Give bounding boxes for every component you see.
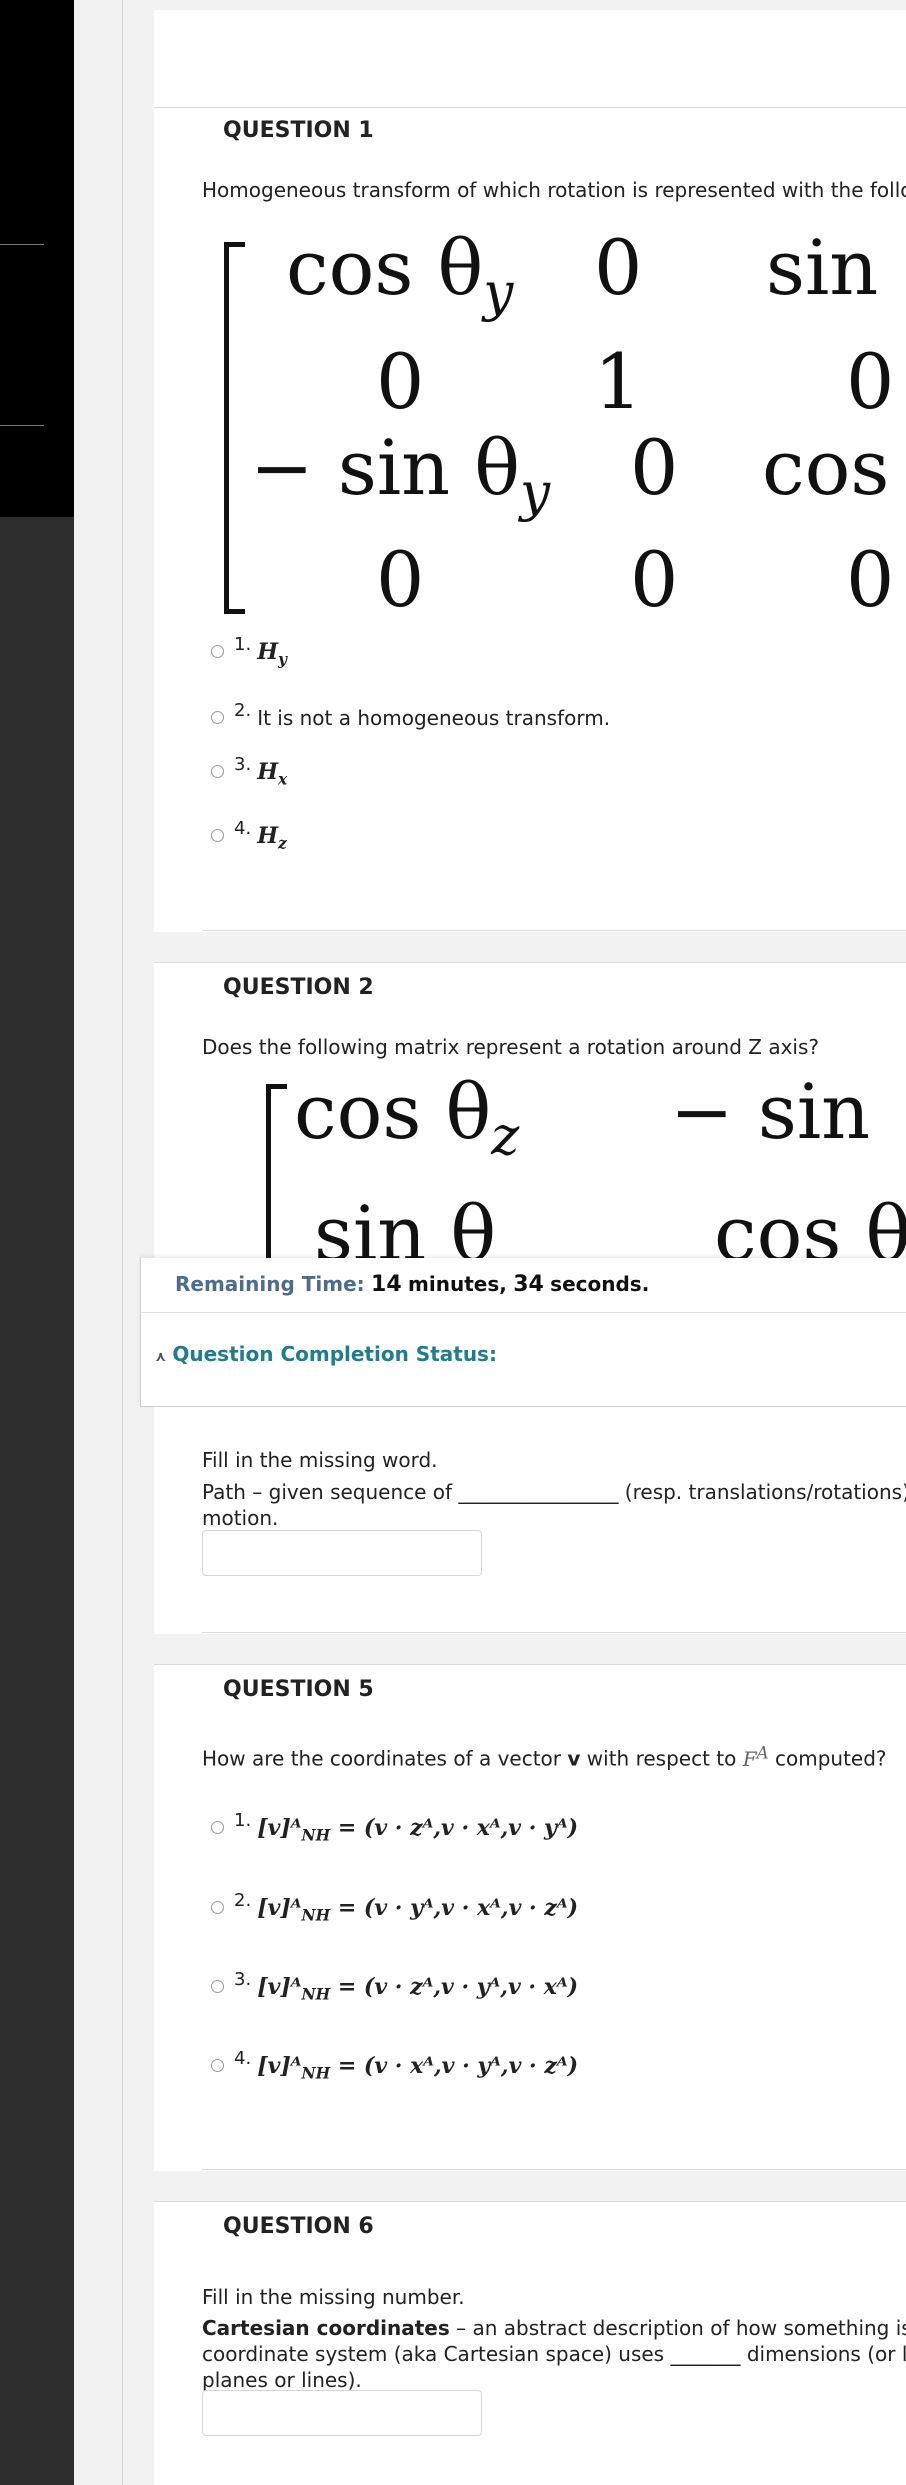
question-4-sentence-cont: motion. bbox=[202, 1506, 279, 1530]
option-number: 2. bbox=[234, 1890, 252, 1911]
seconds-value: 34 bbox=[513, 1272, 544, 1297]
divider bbox=[202, 930, 906, 931]
option-radio[interactable] bbox=[211, 1901, 224, 1914]
option-label[interactable]: [v]ᴬNH = (v · zᴬ,v · xᴬ,v · yᴬ) bbox=[257, 1814, 578, 1849]
question-separator bbox=[154, 1634, 906, 1664]
question-2-matrix: cos θz − sin sin θ cos θ bbox=[154, 1066, 906, 1294]
question-1-option: 3. Hx bbox=[211, 754, 287, 793]
question-4-instruction: Fill in the missing word. bbox=[202, 1448, 438, 1472]
timer-status-panel: Remaining Time: 14 minutes, 34 seconds. … bbox=[140, 1258, 906, 1407]
divider bbox=[202, 2169, 906, 2170]
question-completion-status-toggle[interactable]: ⋏ Question Completion Status: bbox=[155, 1342, 497, 1366]
option-radio[interactable] bbox=[211, 1980, 224, 1993]
question-6-answer-input[interactable] bbox=[202, 2390, 482, 2436]
question-1-option: 2. It is not a homogeneous transform. bbox=[211, 700, 610, 732]
question-5-title: QUESTION 5 bbox=[223, 1677, 374, 1702]
question-5-option: 3. [v]ᴬNH = (v · zᴬ,v · yᴬ,v · xᴬ) bbox=[211, 1969, 578, 2008]
option-radio[interactable] bbox=[211, 1821, 224, 1834]
question-1-option: 4. Hz bbox=[211, 818, 287, 857]
rail-divider bbox=[0, 244, 44, 245]
question-5-option: 1. [v]ᴬNH = (v · zᴬ,v · xᴬ,v · yᴬ) bbox=[211, 1810, 578, 1849]
question-6-sentence-cont: coordinate system (aka Cartesian space) … bbox=[202, 2342, 906, 2366]
question-5-option: 2. [v]ᴬNH = (v · yᴬ,v · xᴬ,v · zᴬ) bbox=[211, 1890, 578, 1929]
matrix-cell: 0 bbox=[630, 535, 679, 624]
option-label[interactable]: It is not a homogeneous transform. bbox=[257, 704, 610, 732]
matrix-cell: 0 bbox=[376, 337, 425, 426]
question-6-instruction: Fill in the missing number. bbox=[202, 2285, 465, 2309]
matrix-cell: − sin θy bbox=[250, 423, 551, 524]
matrix-cell: 0 bbox=[846, 337, 895, 426]
option-radio[interactable] bbox=[211, 829, 224, 842]
divider bbox=[154, 962, 906, 963]
chevron-down-icon: ⋏ bbox=[155, 1349, 167, 1365]
matrix-left-bracket bbox=[224, 242, 245, 614]
question-4-sentence: Path – given sequence of _______________… bbox=[202, 1480, 906, 1504]
option-radio[interactable] bbox=[211, 645, 224, 658]
question-1-prompt: Homogeneous transform of which rotation … bbox=[202, 178, 906, 202]
matrix-cell: 0 bbox=[594, 223, 643, 312]
option-label[interactable]: Hx bbox=[257, 758, 287, 793]
question-6-title: QUESTION 6 bbox=[223, 2214, 374, 2239]
option-label[interactable]: [v]ᴬNH = (v · zᴬ,v · yᴬ,v · xᴬ) bbox=[257, 1973, 578, 2008]
divider bbox=[202, 1632, 906, 1633]
question-1-option: 1. Hy bbox=[211, 634, 287, 673]
option-radio[interactable] bbox=[211, 765, 224, 778]
matrix-cell: cos θ bbox=[762, 423, 906, 512]
option-label[interactable]: Hy bbox=[257, 638, 287, 673]
matrix-cell: 0 bbox=[630, 423, 679, 512]
question-4-answer-input[interactable] bbox=[202, 1530, 482, 1576]
divider bbox=[141, 1312, 906, 1313]
divider bbox=[154, 2201, 906, 2202]
option-radio[interactable] bbox=[211, 2059, 224, 2072]
option-label[interactable]: [v]ᴬNH = (v · yᴬ,v · xᴬ,v · zᴬ) bbox=[257, 1894, 578, 1929]
minutes-unit: minutes, bbox=[408, 1272, 507, 1296]
matrix-cell: 1 bbox=[594, 337, 643, 426]
question-5-prompt: How are the coordinates of a vector v wi… bbox=[202, 1743, 887, 1771]
question-separator bbox=[154, 2171, 906, 2201]
matrix-cell: sin θ bbox=[766, 223, 906, 312]
remaining-time: Remaining Time: 14 minutes, 34 seconds. bbox=[175, 1272, 649, 1297]
page-gutter bbox=[74, 0, 123, 2485]
divider bbox=[154, 107, 906, 108]
matrix-cell: 0 bbox=[846, 535, 895, 624]
question-1-title: QUESTION 1 bbox=[223, 118, 374, 143]
seconds-unit: seconds. bbox=[550, 1272, 650, 1296]
minutes-value: 14 bbox=[371, 1272, 402, 1297]
option-label[interactable]: Hz bbox=[257, 822, 287, 857]
divider bbox=[154, 1664, 906, 1665]
option-radio[interactable] bbox=[211, 711, 224, 724]
left-rail-top-panel bbox=[0, 0, 74, 517]
option-number: 3. bbox=[234, 1969, 252, 1990]
question-2-title: QUESTION 2 bbox=[223, 975, 374, 1000]
matrix-cell: cos θy bbox=[286, 223, 514, 324]
question-6-sentence-end: planes or lines). bbox=[202, 2368, 362, 2392]
question-separator bbox=[154, 932, 906, 962]
rail-divider bbox=[0, 425, 44, 426]
matrix-cell: − sin bbox=[670, 1067, 871, 1156]
option-number: 3. bbox=[234, 754, 252, 775]
remaining-time-label: Remaining Time: bbox=[175, 1272, 365, 1296]
matrix-cell: cos θ bbox=[294, 1067, 492, 1156]
option-number: 4. bbox=[234, 2048, 252, 2069]
option-label[interactable]: [v]ᴬNH = (v · xᴬ,v · yᴬ,v · zᴬ) bbox=[257, 2052, 578, 2087]
question-1-matrix: cos θy 0 sin θ 0 1 0 − sin θy 0 cos θ 0 … bbox=[154, 216, 906, 626]
matrix-subscript: z bbox=[491, 1105, 520, 1168]
question-2-prompt: Does the following matrix represent a ro… bbox=[202, 1035, 820, 1059]
option-number: 1. bbox=[234, 634, 252, 655]
matrix-cell: 0 bbox=[376, 535, 425, 624]
option-number: 2. bbox=[234, 700, 252, 721]
question-6-sentence: Cartesian coordinates – an abstract desc… bbox=[202, 2316, 906, 2340]
option-number: 1. bbox=[234, 1810, 252, 1831]
test-content: QUESTION 1 Homogeneous transform of whic… bbox=[154, 10, 906, 2485]
completion-status-label: Question Completion Status: bbox=[172, 1342, 497, 1366]
option-number: 4. bbox=[234, 818, 252, 839]
question-5-option: 4. [v]ᴬNH = (v · xᴬ,v · yᴬ,v · zᴬ) bbox=[211, 2048, 578, 2087]
